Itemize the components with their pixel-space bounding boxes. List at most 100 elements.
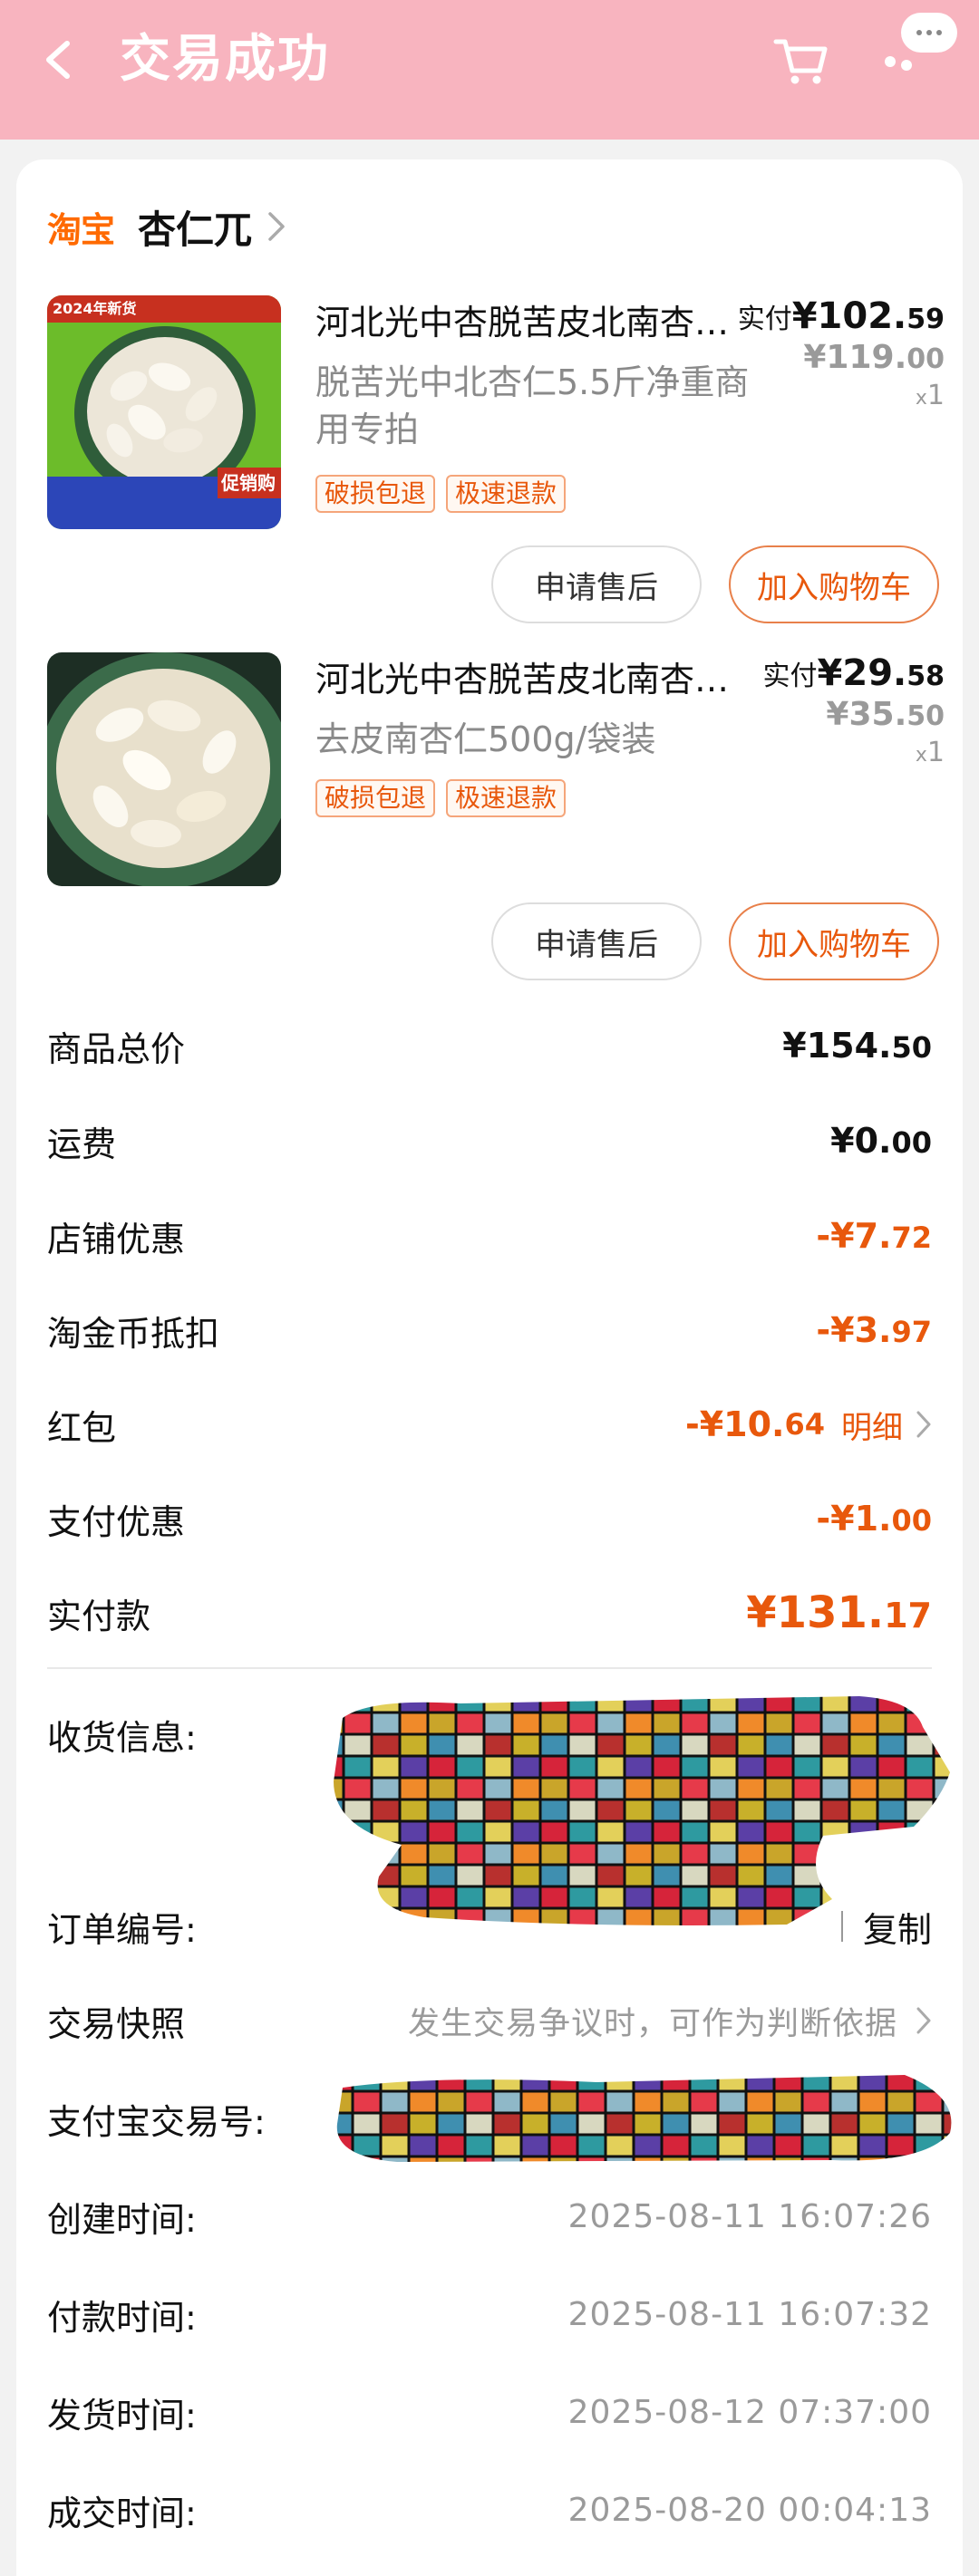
- redpacket-value[interactable]: -¥10. 64 明细: [685, 1403, 932, 1447]
- order-number-row: 订单编号: 复制: [47, 1899, 932, 1954]
- closed-time-value: 2025-08-20 00:04:13: [567, 2491, 932, 2529]
- paid-time-label: 付款时间:: [47, 2297, 197, 2338]
- cart-icon[interactable]: [772, 33, 830, 91]
- snapshot-value: 发生交易争议时，可作为判断依据: [407, 2005, 897, 2042]
- paid-time-value: 2025-08-11 16:07:32: [567, 2295, 932, 2333]
- pay-discount-label: 支付优惠: [47, 1501, 186, 1542]
- qty-x: x: [915, 387, 927, 410]
- qty-x: x: [915, 744, 927, 767]
- total-paid-label: 实付款: [47, 1596, 151, 1636]
- product-image[interactable]: [47, 652, 281, 886]
- product-title: 河北光中杏脱苦皮北南杏仁5.5斤净重商用专拍: [315, 303, 742, 343]
- shop-discount-row: 店铺优惠 -¥7.72: [47, 1209, 932, 1263]
- orig-price-int: ¥35.: [826, 696, 907, 733]
- redpacket-int: -¥10.: [684, 1404, 785, 1444]
- shipping-dec: 00: [891, 1125, 932, 1160]
- after-sale-button[interactable]: 申请售后: [491, 902, 702, 980]
- page-title: 交易成功: [120, 30, 330, 89]
- snapshot-link[interactable]: 发生交易争议时，可作为判断依据: [408, 1998, 932, 2044]
- more-icon[interactable]: [879, 9, 961, 82]
- pay-discount-int: -¥1.: [816, 1499, 892, 1539]
- shipped-time-row: 发货时间: 2025-08-12 07:37:00: [47, 2385, 932, 2439]
- quantity: x1: [763, 737, 945, 768]
- created-time-row: 创建时间: 2025-08-11 16:07:26: [47, 2189, 932, 2243]
- service-tags: 破损包退 极速退款: [315, 475, 567, 513]
- product-item[interactable]: 2024年新货 促销购 河北光中杏脱苦皮北南杏仁5.5斤净重商用专拍 脱苦光中北…: [47, 295, 945, 558]
- back-arrow-icon[interactable]: [36, 34, 82, 85]
- price-block: 实付¥29.58 ¥35.50 x1: [763, 652, 945, 768]
- shop-discount-dec: 72: [891, 1220, 932, 1255]
- closed-time-row: 成交时间: 2025-08-20 00:04:13: [47, 2483, 932, 2537]
- coin-label: 淘金币抵扣: [47, 1313, 220, 1354]
- chevron-right-icon: [916, 2007, 931, 2034]
- snapshot-label: 交易快照: [47, 2003, 186, 2044]
- price-block: 实付¥102.59 ¥119.00 x1: [738, 295, 945, 411]
- pay-discount-dec: 00: [891, 1503, 932, 1538]
- created-time-value: 2025-08-11 16:07:26: [567, 2197, 932, 2235]
- product-sku: 去皮南杏仁500g/袋装: [315, 716, 751, 763]
- paid-price-dec: 58: [906, 661, 945, 692]
- redpacket-detail-link[interactable]: 明细: [841, 1403, 903, 1447]
- product-image[interactable]: 2024年新货 促销购: [47, 295, 281, 529]
- total-paid-dec: 17: [884, 1596, 932, 1635]
- original-price: ¥35.50: [763, 696, 945, 733]
- after-sale-button[interactable]: 申请售后: [491, 545, 702, 623]
- coin-int: -¥3.: [816, 1310, 892, 1350]
- chevron-right-icon: [916, 1411, 931, 1438]
- redpacket-row[interactable]: 红包 -¥10. 64 明细: [47, 1397, 932, 1452]
- coin-deduction-row: 淘金币抵扣 -¥3.97: [47, 1303, 932, 1357]
- product-sku: 脱苦光中北杏仁5.5斤净重商用专拍: [315, 359, 751, 453]
- shop-discount-value: -¥7.72: [816, 1216, 932, 1256]
- chevron-right-icon: [268, 212, 285, 241]
- copy-button[interactable]: 复制: [840, 1902, 932, 1952]
- paid-price-dec: 59: [906, 304, 945, 335]
- goods-total-label: 商品总价: [47, 1028, 186, 1069]
- coin-value: -¥3.97: [816, 1310, 932, 1350]
- orig-price-int: ¥119.: [803, 339, 907, 376]
- shop-discount-label: 店铺优惠: [47, 1219, 186, 1259]
- pay-discount-row: 支付优惠 -¥1.00: [47, 1491, 932, 1546]
- redpacket-dec: 64: [784, 1407, 825, 1442]
- product-sku-text: 去皮南杏仁500g/袋装: [315, 719, 656, 759]
- product-sku-text: 脱苦光中北杏仁5.5斤净重商用专拍: [315, 362, 750, 449]
- shipped-time-label: 发货时间:: [47, 2395, 197, 2436]
- total-paid-int: ¥131.: [746, 1587, 885, 1638]
- goods-total-dec: 50: [891, 1030, 932, 1065]
- total-paid-value: ¥131.17: [746, 1587, 932, 1638]
- tag-damage-return: 破损包退: [315, 779, 436, 817]
- top-bar: 交易成功: [0, 0, 979, 140]
- goods-total-value: ¥154.50: [782, 1026, 932, 1066]
- goods-total-row: 商品总价 ¥154.50: [47, 1018, 932, 1073]
- coin-dec: 97: [891, 1315, 932, 1349]
- shipping-int: ¥0.: [830, 1121, 892, 1161]
- shop-header[interactable]: 淘宝 杏仁兀: [47, 199, 286, 254]
- order-number-label: 订单编号:: [47, 1909, 197, 1950]
- shipped-time-value: 2025-08-12 07:37:00: [567, 2393, 932, 2431]
- add-to-cart-button[interactable]: 加入购物车: [729, 902, 939, 980]
- copy-label: 复制: [862, 1909, 932, 1950]
- shop-discount-int: -¥7.: [816, 1216, 892, 1256]
- paid-price-int: ¥102.: [791, 295, 907, 337]
- created-time-label: 创建时间:: [47, 2199, 197, 2240]
- original-price: ¥119.00: [738, 339, 945, 376]
- shipping-value: ¥0.00: [830, 1121, 932, 1161]
- add-to-cart-button[interactable]: 加入购物车: [729, 545, 939, 623]
- orig-price-dec: 50: [906, 700, 945, 732]
- tag-fast-refund: 极速退款: [446, 779, 567, 817]
- address-label: 收货信息:: [47, 1717, 197, 1758]
- shop-name: 杏仁兀: [138, 207, 253, 252]
- paid-label: 实付: [762, 661, 818, 692]
- order-card: 淘宝 杏仁兀 2024年新货 促销购 河北光中杏脱苦皮北南杏仁 脱苦光中北杏仁5…: [16, 159, 963, 2576]
- qty-value: 1: [926, 737, 945, 768]
- total-paid-row: 实付款 ¥131.17: [47, 1586, 932, 1640]
- product-title: 河北光中杏脱苦皮北南杏仁去皮南杏仁500g/袋装: [315, 660, 742, 699]
- shipping-row: 运费 ¥0.00: [47, 1114, 932, 1168]
- paid-price: 实付¥102.59: [738, 295, 945, 337]
- product-item[interactable]: 河北光中杏脱苦皮北南杏仁去皮南杏仁500g/袋装 去皮南杏仁500g/袋装 破损…: [47, 652, 945, 915]
- redacted-alipay-mosaic: [336, 2075, 952, 2162]
- separator: [840, 1911, 843, 1942]
- image-badge-text: 2024年新货: [53, 300, 137, 317]
- snapshot-row[interactable]: 交易快照 发生交易争议时，可作为判断依据: [47, 1993, 932, 2048]
- quantity: x1: [738, 380, 945, 411]
- paid-time-row: 付款时间: 2025-08-11 16:07:32: [47, 2287, 932, 2341]
